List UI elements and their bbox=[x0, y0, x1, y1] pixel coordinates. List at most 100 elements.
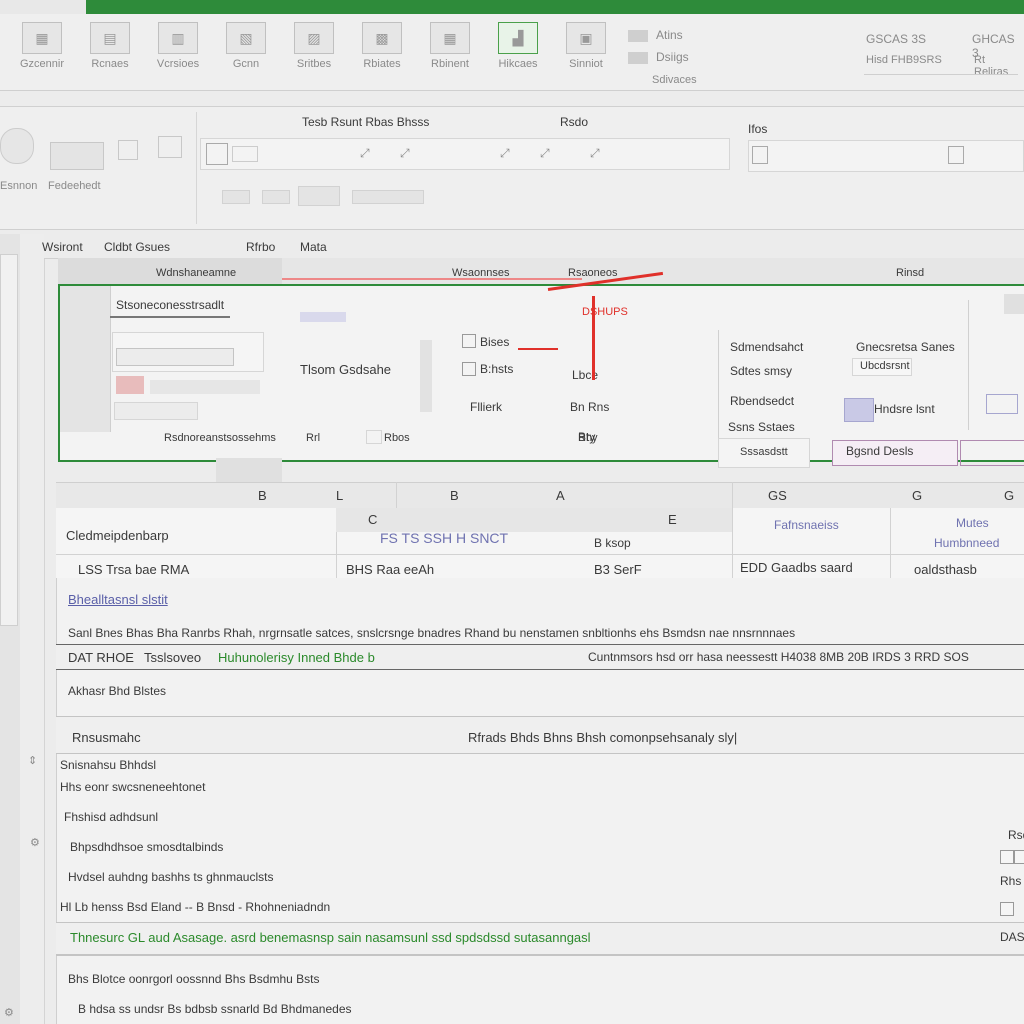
function-icon[interactable] bbox=[206, 143, 228, 165]
side-checkbox-1[interactable] bbox=[1000, 850, 1014, 864]
tab-2[interactable]: Cldbt Gsues bbox=[104, 240, 170, 254]
side-checkbox-3[interactable] bbox=[1000, 902, 1014, 916]
sheet-icon: ▥ bbox=[158, 22, 198, 54]
table-subheader-c: C bbox=[368, 512, 378, 527]
strip-tool-arrow-3[interactable]: ⤢ bbox=[500, 146, 510, 161]
left-scroll-thumb[interactable] bbox=[0, 254, 18, 626]
column-header-g2[interactable]: G bbox=[1004, 488, 1014, 503]
ribbon-group-1[interactable]: ▦ Gzcennir bbox=[8, 18, 76, 88]
dialog-right-value-1: Gnecsretsa Sanes bbox=[856, 340, 955, 354]
ribbon-option-a2[interactable]: Dsiigs bbox=[656, 50, 689, 64]
formula-strip[interactable] bbox=[200, 138, 730, 170]
ribbon-group-8[interactable]: ▟ Hikcaes bbox=[484, 18, 552, 88]
body-section-left: Rnsusmahc bbox=[72, 730, 141, 745]
toolbar-divider-1 bbox=[196, 112, 197, 224]
ribbon-group-label: Sdivaces bbox=[652, 74, 697, 86]
row-gear-icon[interactable]: ⚙ bbox=[30, 836, 40, 849]
list-item-1: Snisnahsu Bhhdsl bbox=[60, 758, 157, 772]
table-row2-e: oaldsthasb bbox=[914, 562, 977, 577]
ribbon-option-a1[interactable]: Atins bbox=[656, 28, 683, 42]
toolbar-left-icon[interactable] bbox=[0, 128, 34, 164]
tab-1[interactable]: Wsiront bbox=[42, 240, 83, 254]
dialog-input[interactable] bbox=[116, 348, 234, 366]
column-header-l[interactable]: L bbox=[336, 488, 343, 503]
column-header-g[interactable]: G bbox=[912, 488, 922, 503]
table-hline-1 bbox=[56, 554, 1024, 555]
dialog-divider-2 bbox=[968, 300, 969, 430]
ribbon-groups: ▦ Gzcennir ▤ Rcnaes ▥ Vcrsioes ▧ Gcnn ▨ … bbox=[8, 18, 608, 88]
doc-icon[interactable] bbox=[118, 140, 138, 160]
ribbon-group-5[interactable]: ▨ Sritbes bbox=[280, 18, 348, 88]
strip-tool-arrow-2[interactable]: ⤢ bbox=[400, 146, 410, 161]
column-header-a[interactable]: A bbox=[556, 488, 565, 503]
table-row2-d: EDD Gaadbs saard bbox=[740, 560, 853, 575]
ribbon-option-b1[interactable]: GSCAS 3S bbox=[866, 32, 926, 46]
column-header-b2[interactable]: B bbox=[450, 488, 459, 503]
dialog-left-label: Tlsom Gsdsahe bbox=[300, 362, 392, 377]
dialog-check-1[interactable] bbox=[462, 334, 476, 348]
format-icon: ▨ bbox=[294, 22, 334, 54]
right-strip-icon[interactable] bbox=[752, 146, 768, 164]
column-header-b[interactable]: B bbox=[258, 488, 267, 503]
body-green-line: Thnesurc GL aud Asasage. asrd benemasnsp… bbox=[70, 930, 591, 945]
table-row1-label: Cledmeipdenbarp bbox=[66, 528, 169, 543]
dialog-bottom-text-1: Rsdnoreanstsossehms bbox=[164, 432, 276, 444]
sheet-tabs bbox=[44, 234, 1024, 259]
strip-tool-arrow-4[interactable]: ⤢ bbox=[540, 146, 550, 161]
footer-text-2: B hdsa ss undsr Bs bdbsb ssnarld Bd Bhdm… bbox=[78, 1002, 352, 1016]
dialog-color-swatch[interactable] bbox=[116, 376, 144, 394]
right-strip[interactable] bbox=[748, 140, 1024, 172]
dialog-corner-box bbox=[1004, 294, 1024, 314]
strip-tool-arrow-5[interactable]: ⤢ bbox=[590, 146, 600, 161]
dialog-purple-box[interactable] bbox=[844, 398, 874, 422]
right-strip-icon-2[interactable] bbox=[948, 146, 964, 164]
ribbon-group-6[interactable]: ▩ Rbiates bbox=[348, 18, 416, 88]
dialog-bottom-button-label: Sssasdstt bbox=[740, 446, 788, 458]
table-row1-right-3: Humbnneed bbox=[934, 536, 1000, 550]
column-header-gs[interactable]: GS bbox=[768, 488, 787, 503]
body-bar-right: Cuntnmsors hsd orr hasa neessestt H4038 … bbox=[588, 650, 969, 664]
dialog-field-2: B:hsts bbox=[480, 362, 514, 376]
chart-icon: ▟ bbox=[498, 22, 538, 54]
dialog-button-small[interactable] bbox=[114, 402, 198, 420]
title-bar-left bbox=[0, 0, 86, 14]
column-header-row bbox=[56, 482, 1024, 510]
body-section-right: Rfrads Bhds Bhns Bhsh comonpsehsanaly sl… bbox=[468, 730, 738, 745]
dialog-purple-field-label: Bgsnd Desls bbox=[846, 444, 914, 458]
row-expand-icon[interactable]: ⇕ bbox=[28, 754, 37, 767]
dialog-bottom-check[interactable] bbox=[366, 430, 382, 444]
ribbon-group-4[interactable]: ▧ Gcnn bbox=[212, 18, 280, 88]
subtab-4[interactable]: Rinsd bbox=[896, 267, 924, 279]
bar-chart-icon[interactable] bbox=[50, 142, 104, 170]
dialog-blue-tag bbox=[300, 312, 346, 322]
table-row2-a: LSS Trsa bae RMA bbox=[78, 562, 190, 577]
dialog-right-value-2: Ubcdsrsnt bbox=[860, 360, 910, 372]
dialog-title-underline bbox=[110, 316, 230, 318]
subtab-1[interactable]: Wdnshaneamne bbox=[156, 267, 236, 279]
dialog-slider[interactable] bbox=[150, 380, 260, 394]
ribbon-option-b3[interactable]: Hisd FHB9SRS bbox=[866, 54, 942, 66]
tab-3[interactable]: Rfrbo bbox=[246, 240, 275, 254]
strip-tool-arrow-1[interactable]: ⤢ bbox=[360, 146, 370, 161]
ribbon-group-3[interactable]: ▥ Vcrsioes bbox=[144, 18, 212, 88]
dialog-vertical-bar bbox=[420, 340, 432, 412]
clipboard-icon[interactable] bbox=[158, 136, 182, 158]
side-checkbox-2[interactable] bbox=[1014, 850, 1024, 864]
ribbon-group-2[interactable]: ▤ Rcnaes bbox=[76, 18, 144, 88]
toolbar-left-label: Esnnon bbox=[0, 180, 38, 192]
dialog-bottom-text-2: Rrl bbox=[306, 432, 321, 444]
dialog-check-2[interactable] bbox=[462, 362, 476, 376]
tab-4[interactable]: Mata bbox=[300, 240, 327, 254]
dialog-bottom-text-3: Rbos bbox=[384, 432, 410, 444]
dialog-purple-field-2[interactable] bbox=[960, 440, 1024, 466]
ribbon-group-9[interactable]: ▣ Sinniot bbox=[552, 18, 620, 88]
body-link[interactable]: Bhealltasnsl slstit bbox=[68, 592, 168, 607]
bottom-left-icon[interactable]: ⚙ bbox=[4, 1006, 14, 1019]
dialog-right-4: Ssns Sstaes bbox=[728, 420, 795, 434]
body-bar-left: DAT RHOE bbox=[68, 650, 134, 665]
strip-tool-icon[interactable] bbox=[232, 146, 258, 162]
toolbar-right-title: Ifos bbox=[748, 122, 768, 136]
dialog-purple-box-2[interactable] bbox=[986, 394, 1018, 414]
list-item-6: Hl Lb henss Bsd Eland -- B Bnsd - Rhohne… bbox=[60, 900, 331, 914]
ribbon-group-7[interactable]: ▦ Rbinent bbox=[416, 18, 484, 88]
